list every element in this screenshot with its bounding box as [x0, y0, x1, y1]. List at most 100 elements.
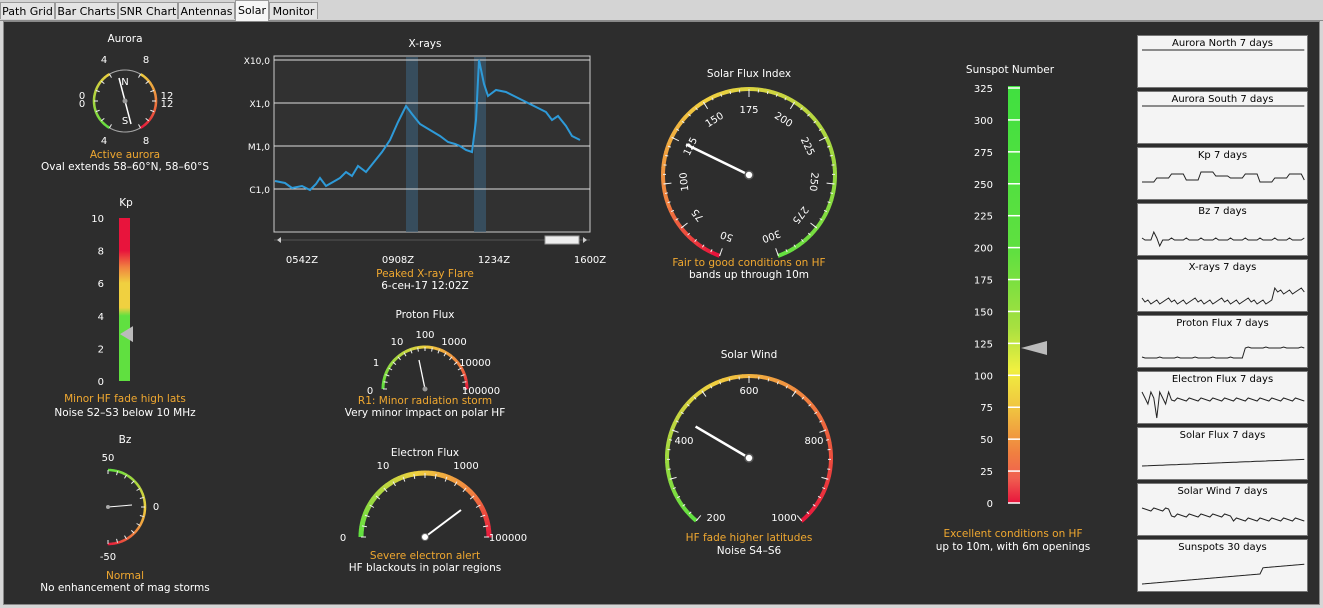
proton-arc — [405, 349, 409, 353]
electron-arc — [360, 516, 367, 522]
electron-arc — [404, 472, 410, 479]
sfi-scale-label: 150 — [704, 111, 726, 130]
history-chart-sparkline — [1141, 458, 1305, 467]
electron-arc — [437, 471, 443, 478]
proton-arc — [463, 375, 468, 379]
wind-scale-label: 600 — [739, 386, 758, 397]
proton-scale-label: 1 — [373, 358, 379, 369]
proton-arc — [461, 369, 465, 373]
sfi-scale-label: 250 — [807, 172, 820, 192]
sfi-arc — [732, 87, 742, 93]
sunspot-pointer — [1021, 340, 1047, 355]
electron-arc — [407, 471, 413, 478]
proton-scale-label: 1000 — [441, 337, 466, 348]
bz-mid-label: 0 — [153, 502, 159, 513]
proton-arc — [385, 368, 390, 373]
sfi-scale-label: 100 — [678, 172, 691, 192]
history-chart-sparkline — [1142, 171, 1305, 183]
electron-scale-label: 10 — [377, 461, 390, 472]
wind-arc — [786, 383, 795, 391]
proton-arc — [461, 371, 466, 375]
sfi-title: Solar Flux Index — [707, 68, 791, 80]
history-chart-5[interactable]: Proton Flux 7 days — [1137, 315, 1308, 368]
xray-flare-band — [406, 57, 418, 232]
solar-wind-gauge: Solar Wind 200 400 600 800 1000 HF fade … — [665, 349, 833, 557]
xray-scroll-thumb[interactable] — [544, 235, 580, 245]
history-chart-0[interactable]: Aurora North 7 days — [1137, 35, 1308, 88]
sfi-arc — [786, 96, 797, 105]
wind-arc — [820, 487, 827, 497]
sfi-scale-label: 275 — [790, 204, 810, 226]
wind-arc — [670, 422, 677, 431]
electron-arc — [461, 483, 468, 490]
proton-arc — [413, 346, 417, 350]
wind-tick — [767, 378, 770, 382]
history-chart-2[interactable]: Kp 7 days — [1137, 147, 1308, 200]
electron-arc — [391, 477, 398, 484]
history-chart-line — [1142, 171, 1305, 183]
electron-arc — [478, 503, 485, 510]
proton-arc — [392, 358, 397, 362]
electron-arc — [364, 506, 371, 512]
electron-arc — [458, 481, 465, 488]
history-chart-4[interactable]: X-rays 7 days — [1137, 259, 1308, 312]
proton-scale-label: 10000 — [459, 358, 491, 369]
history-chart-line — [1141, 563, 1305, 585]
bz-arc — [139, 521, 143, 525]
proton-arc — [388, 363, 393, 367]
proton-arc — [399, 352, 404, 357]
history-chart-1[interactable]: Aurora South 7 days — [1137, 91, 1308, 144]
history-chart-sparkline — [1141, 346, 1305, 359]
xray-plot-area — [273, 55, 591, 233]
bz-arc — [136, 526, 141, 530]
history-chart-7[interactable]: Solar Flux 7 days — [1137, 427, 1308, 480]
xray-scroll-right-icon[interactable] — [583, 237, 587, 243]
sfi-tick — [664, 192, 669, 194]
wind-arc — [670, 487, 678, 496]
history-chart-9[interactable]: Sunspots 30 days — [1137, 539, 1308, 592]
proton-arc — [447, 352, 451, 357]
bz-arc — [127, 535, 131, 540]
wind-arc — [728, 375, 737, 381]
sfi-arc — [679, 226, 688, 236]
proton-scale-label: 100 — [415, 330, 434, 341]
aurora-needle-pivot — [122, 98, 128, 104]
sunspot-gauge: Sunspot Number 3253002752502252001751501… — [936, 64, 1091, 553]
aurora-scale-label: 8 — [143, 136, 149, 147]
xray-level-label: M1,0 — [248, 143, 270, 153]
electron-arc — [431, 470, 436, 477]
electron-scale-label: 100000 — [489, 533, 527, 544]
proton-needle — [418, 359, 426, 390]
history-chart-line — [1141, 286, 1305, 305]
history-chart-sparkline — [1141, 230, 1305, 248]
proton-arc — [435, 346, 439, 351]
electron-gauge: Electron Flux 0 10 1000 100000 Severe el… — [340, 447, 527, 574]
history-chart-6[interactable]: Electron Flux 7 days — [1137, 371, 1308, 424]
bz-arc — [120, 471, 124, 475]
bz-title: Bz — [119, 434, 132, 446]
sfi-detail: bands up through 10m — [689, 269, 809, 281]
bz-arc — [140, 491, 144, 495]
sfi-tick — [810, 222, 818, 229]
wind-arc — [802, 395, 811, 404]
electron-arc — [474, 497, 482, 504]
history-chart-8[interactable]: Solar Wind 7 days — [1137, 483, 1308, 536]
wind-arc — [768, 376, 777, 383]
proton-arc — [448, 353, 453, 358]
xray-scroll-left-icon[interactable] — [277, 237, 281, 243]
wind-scale-label: 400 — [674, 436, 693, 447]
sfi-scale-label: 75 — [690, 206, 707, 223]
wind-arc — [809, 505, 817, 514]
history-chart-3[interactable]: Bz 7 days — [1137, 203, 1308, 256]
proton-arc — [441, 349, 446, 354]
electron-detail: HF blackouts in polar regions — [349, 562, 501, 574]
wind-title: Solar Wind — [721, 349, 777, 361]
proton-arc — [407, 348, 411, 353]
wind-scale-label: 800 — [804, 436, 823, 447]
proton-arc — [389, 361, 394, 366]
solar-dashboard: Aurora 4 8 4 8 0 0 12 12 N S Active auro… — [40, 33, 1091, 594]
sfi-gauge: Solar Flux Index 50751001251501752002252… — [661, 68, 837, 281]
electron-arc — [362, 509, 369, 515]
xray-status: Peaked X-ray Flare — [376, 268, 474, 280]
wind-scale-label: 1000 — [771, 513, 796, 524]
